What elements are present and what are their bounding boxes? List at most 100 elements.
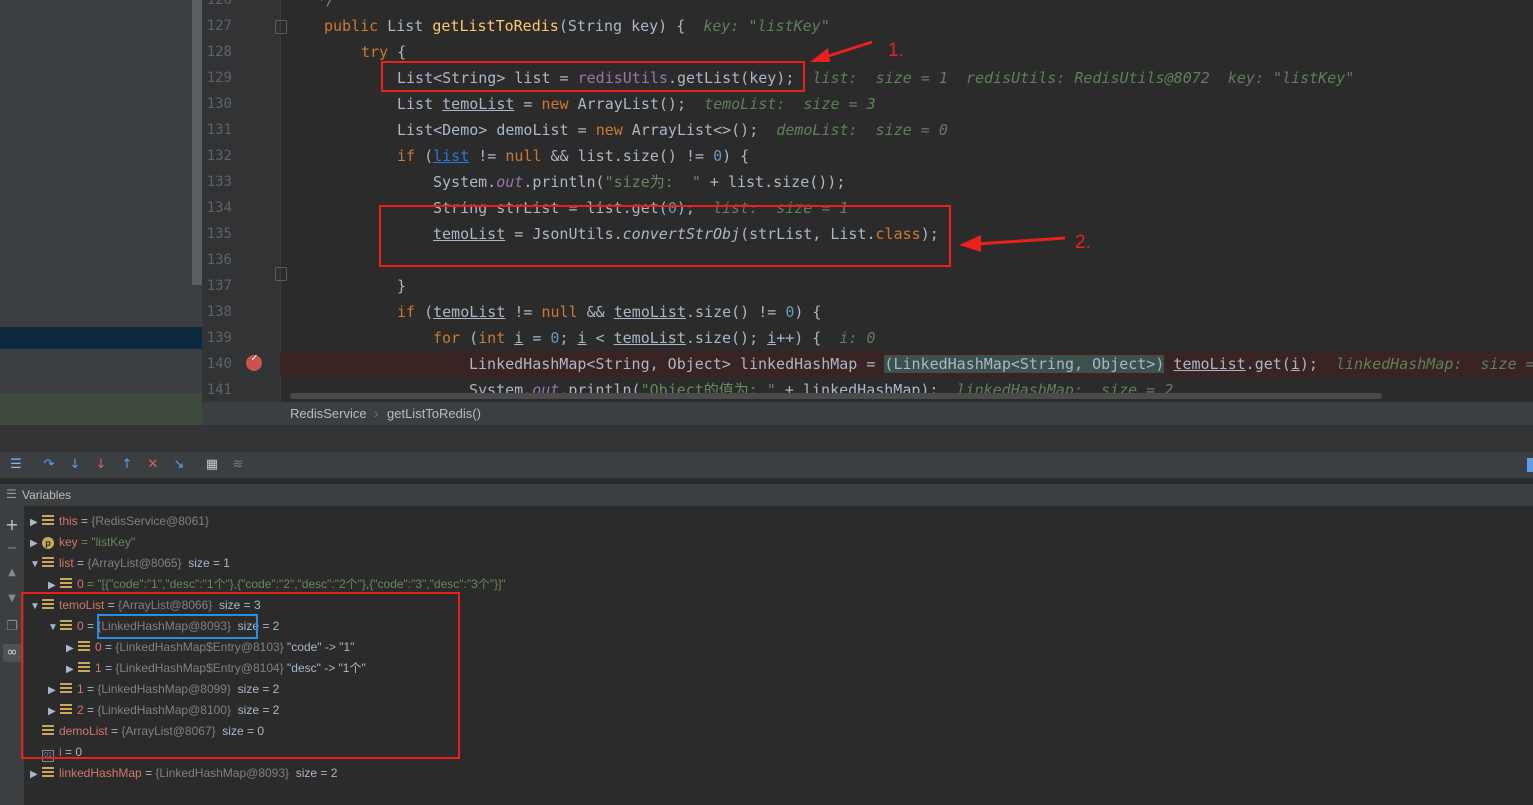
parameter-icon: p (42, 537, 54, 549)
breadcrumb-method[interactable]: getListToRedis() (387, 406, 481, 421)
code-line-141[interactable]: System.out.println("Object的值为: " + linke… (469, 377, 1173, 403)
code-token: out (496, 173, 524, 191)
inline-value: temoList: size = 3 (704, 95, 876, 113)
variable-row[interactable]: ▶ p key = "listKey" (24, 532, 135, 553)
annotation-label-2: 2. (1075, 232, 1091, 253)
force-step-into-icon[interactable]: ↓ (93, 457, 109, 473)
variable-row[interactable]: ▼ list = {ArrayList@8065} size = 1 (24, 553, 230, 574)
line-number: 141 (206, 382, 232, 398)
variable-value: = {ArrayList@8065} size = 1 (77, 556, 230, 570)
line-number: 126 (206, 0, 232, 8)
line-number: 132 (206, 148, 232, 164)
code-line-132[interactable]: if (list != null && list.size() != 0) { (397, 143, 749, 169)
inline-value: demoList: size = 0 (776, 121, 948, 139)
annotation-box-1 (381, 61, 805, 92)
variable-name: 0 (77, 577, 84, 591)
project-highlight-row[interactable] (0, 393, 202, 425)
show-execution-point-icon[interactable]: ☰ (8, 457, 24, 473)
project-selected-row[interactable] (0, 327, 202, 349)
project-panel (0, 0, 202, 425)
expand-arrow-icon[interactable]: ▶ (30, 764, 42, 785)
code-line-133[interactable]: System.out.println("size为: " + list.size… (433, 169, 845, 195)
debug-divider (0, 425, 1533, 452)
copy-icon[interactable]: ❐ (5, 619, 19, 634)
line-number: 130 (206, 96, 232, 112)
line-number: 136 (206, 252, 232, 268)
variable-value: = "[{"code":"1","desc":"1个"},{"code":"2"… (87, 577, 506, 591)
step-over-icon[interactable]: ↷ (41, 457, 57, 473)
code-token: new (541, 95, 569, 113)
code-token: try (361, 43, 389, 61)
fold-icon[interactable] (275, 267, 287, 281)
variable-name: key (59, 535, 78, 549)
inline-value: linkedHashMap: size = (1335, 355, 1533, 373)
inline-value: list: size = 1 redisUtils: RedisUtils@80… (812, 69, 1355, 87)
code-token: String (567, 17, 623, 35)
breadcrumb-separator-icon: › (374, 406, 379, 421)
field-icon (42, 515, 54, 526)
annotation-box-2 (379, 205, 951, 267)
code-line-138[interactable]: if (temoList != null && temoList.size() … (397, 299, 821, 325)
code-line-126: */ (290, 0, 335, 13)
annotation-arrow-2 (959, 235, 1066, 252)
variable-value: = "listKey" (81, 535, 136, 549)
show-watches-icon[interactable]: ∞ (3, 644, 21, 662)
variable-value: = {RedisService@8061} (81, 514, 209, 528)
line-number: 137 (206, 278, 232, 294)
run-to-cursor-icon[interactable]: ↘ (171, 457, 187, 473)
move-down-icon[interactable]: ▼ (5, 593, 19, 604)
evaluate-expression-icon[interactable]: ▦ (204, 457, 220, 473)
line-number: 127 (206, 18, 232, 34)
project-scrollbar[interactable] (192, 0, 202, 285)
comment-text: */ (290, 0, 336, 9)
step-out-icon[interactable]: ↑ (119, 457, 135, 473)
code-line-139[interactable]: for (int i = 0; i < temoList.size(); i++… (433, 325, 876, 351)
variable-name: this (59, 514, 78, 528)
remove-watch-icon[interactable]: − (5, 541, 19, 556)
variable-row[interactable]: ▶ linkedHashMap = {LinkedHashMap@8093} si… (24, 763, 337, 784)
expand-arrow-icon[interactable]: ▶ (30, 512, 42, 533)
annotation-box-linkedhashmap (97, 614, 258, 639)
line-number: 134 (206, 200, 232, 216)
code-token: getListToRedis (432, 17, 559, 35)
line-number: 138 (206, 304, 232, 320)
code-line-127[interactable]: public List getListToRedis(String key) {… (324, 13, 830, 39)
line-number: 131 (206, 122, 232, 138)
breadcrumb-class[interactable]: RedisService (290, 406, 367, 421)
line-number: 140 (206, 356, 232, 372)
line-number: 133 (206, 174, 232, 190)
move-up-icon[interactable]: ▲ (5, 567, 19, 578)
code-token: public (324, 17, 379, 35)
code-line-140[interactable]: LinkedHashMap<String, Object> linkedHash… (469, 351, 1533, 377)
panel-edge-marker (1527, 458, 1533, 472)
variable-value: = {LinkedHashMap@8093} size = 2 (145, 766, 338, 780)
code-string: "size为: " (604, 173, 701, 191)
line-number: 139 (206, 330, 232, 346)
expand-arrow-icon[interactable]: ▶ (30, 533, 42, 554)
trace-icon[interactable]: ≋ (230, 457, 246, 473)
editor-horizontal-scrollbar[interactable] (290, 393, 1382, 399)
add-watch-icon[interactable]: + (5, 515, 19, 534)
code-token: key (631, 17, 659, 35)
code-token: List (387, 17, 424, 35)
variable-name: list (59, 556, 74, 570)
fold-icon[interactable] (275, 20, 287, 34)
step-into-icon[interactable]: ↓ (67, 457, 83, 473)
inline-value: i: 0 (839, 329, 876, 347)
collapse-arrow-icon[interactable]: ▼ (30, 554, 42, 575)
drop-frame-icon[interactable]: ✕ (145, 457, 161, 473)
code-line-131[interactable]: List<Demo> demoList = new ArrayList<>();… (397, 117, 948, 143)
code-line-137[interactable]: } (397, 273, 406, 299)
code-token: temoList (442, 95, 515, 113)
line-number: 135 (206, 226, 232, 242)
breakpoint-check-icon: ✓ (251, 351, 258, 364)
line-number: 128 (206, 44, 232, 60)
field-icon (42, 767, 54, 778)
code-token: for (433, 329, 461, 347)
field-icon (60, 578, 72, 589)
variable-name: linkedHashMap (59, 766, 142, 780)
code-line-130[interactable]: List temoList = new ArrayList(); temoLis… (397, 91, 876, 117)
variables-header: ☰ Variables (0, 484, 1533, 506)
variable-row[interactable]: ▶ this = {RedisService@8061} (24, 511, 209, 532)
breadcrumb: RedisService › getListToRedis() (202, 402, 1533, 425)
